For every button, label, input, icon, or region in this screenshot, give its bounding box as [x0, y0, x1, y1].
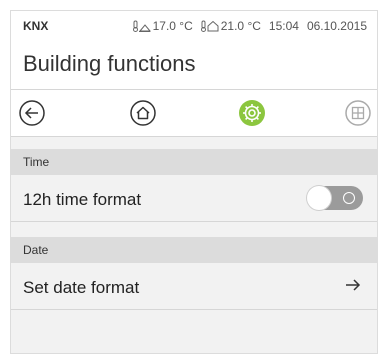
- settings-gear-icon: [239, 100, 265, 126]
- back-arrow-icon: [19, 100, 45, 126]
- settings-button[interactable]: [237, 98, 267, 128]
- time-format-row: 12h time format: [11, 175, 377, 222]
- outdoor-temp-value: 17.0 °C: [152, 19, 193, 33]
- clock-date: 06.10.2015: [306, 19, 367, 33]
- time-format-label: 12h time format: [23, 190, 142, 209]
- home-button[interactable]: [128, 98, 158, 128]
- outdoor-thermometer-icon: [132, 20, 151, 32]
- indoor-temperature: 21.0 °C: [200, 19, 261, 33]
- page-title: Building functions: [23, 51, 196, 76]
- grid-icon: [345, 100, 371, 126]
- toggle-off-indicator-icon: [343, 192, 355, 204]
- indoor-temp-value: 21.0 °C: [220, 19, 261, 33]
- brand-label: KNX: [23, 19, 49, 33]
- date-section-header: Date: [11, 237, 377, 263]
- app-screen: KNX 17.0 °C 21.0 °C 15:04 06.10.2015 Bui…: [10, 10, 378, 354]
- indoor-thermometer-icon: [200, 20, 219, 32]
- time-section-title: Time: [23, 155, 50, 169]
- clock-time: 15:04: [268, 19, 299, 33]
- date-format-label: Set date format: [23, 278, 140, 297]
- status-info: 17.0 °C 21.0 °C 15:04 06.10.2015: [132, 19, 367, 33]
- home-icon: [130, 100, 156, 126]
- status-bar: KNX 17.0 °C 21.0 °C 15:04 06.10.2015: [11, 11, 377, 41]
- nav-bar: [11, 90, 377, 137]
- chevron-right-arrow-icon: [346, 279, 361, 291]
- toggle-knob: [307, 186, 331, 210]
- date-section-title: Date: [23, 243, 49, 257]
- date-format-row[interactable]: Set date format: [11, 263, 377, 310]
- page-header: Building functions: [11, 41, 377, 90]
- time-section-header: Time: [11, 149, 377, 175]
- time-format-toggle[interactable]: [307, 186, 363, 210]
- outdoor-temperature: 17.0 °C: [132, 19, 193, 33]
- grid-button[interactable]: [343, 98, 373, 128]
- back-button[interactable]: [17, 98, 47, 128]
